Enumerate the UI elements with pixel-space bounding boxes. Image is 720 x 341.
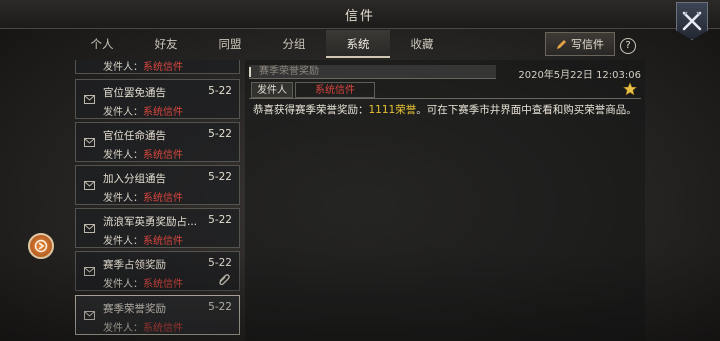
mail-date: 5-22 <box>208 128 232 140</box>
mail-icon <box>84 181 95 190</box>
write-mail-label: 写信件 <box>571 38 604 51</box>
mail-subject: 流浪军英勇奖励占... <box>103 216 198 228</box>
mail-item[interactable]: 官位任命通告 5-22 发件人：系统信件 <box>75 122 240 162</box>
mail-icon <box>84 311 95 320</box>
mail-sender-name: 系统信件 <box>143 323 183 334</box>
mail-date: 5-22 <box>208 171 232 183</box>
help-icon[interactable]: ? <box>620 38 636 54</box>
tab-favorites[interactable]: 收藏 <box>390 30 454 58</box>
mail-icon <box>84 224 95 233</box>
mail-date: 5-22 <box>208 257 232 269</box>
mail-sender: 发件人：系统信件 <box>103 232 183 247</box>
close-swords-icon <box>682 11 702 31</box>
mail-sender-prefix: 发件人： <box>103 193 143 204</box>
sender-label: 发件人 <box>251 82 293 98</box>
mail-sender: 发件人：系统信件 <box>103 60 183 73</box>
mail-datetime: 2020年5月22日 12:03:06 <box>518 70 641 81</box>
mail-body-prefix: 恭喜获得赛季荣誉奖励： <box>253 104 369 116</box>
mail-icon <box>84 138 95 147</box>
window-title: 信件 <box>344 9 375 24</box>
mail-subject: 赛季占领奖励 <box>103 259 166 271</box>
mail-item[interactable]: 流浪军英勇奖励占... 5-22 发件人：系统信件 <box>75 208 240 248</box>
tab-alliance[interactable]: 同盟 <box>198 30 262 58</box>
star-icon[interactable] <box>623 82 637 96</box>
mail-icon <box>84 267 95 276</box>
paperclip-icon <box>219 274 230 286</box>
mail-sender-prefix: 发件人： <box>103 279 143 290</box>
top-bar: 信件 <box>0 0 720 29</box>
close-button[interactable] <box>676 2 708 40</box>
mail-subject: 官位任命通告 <box>103 130 166 142</box>
mail-sender-name: 系统信件 <box>143 236 183 247</box>
mail-body: 恭喜获得赛季荣誉奖励：1111荣誉。可在下赛季市井界面中查看和购买荣誉商品。 <box>253 102 637 117</box>
mail-item[interactable]: 官位罢免通告 5-22 发件人：系统信件 <box>75 79 240 119</box>
mail-sender: 发件人：系统信件 <box>103 319 183 334</box>
text-cursor <box>249 67 251 77</box>
mail-body-highlight: 1111荣誉 <box>368 104 417 116</box>
tab-group[interactable]: 分组 <box>262 30 326 58</box>
mail-list: 发件人：系统信件 官位罢免通告 5-22 发件人：系统信件 官位任命通告 5-2… <box>75 60 242 341</box>
tab-personal[interactable]: 个人 <box>70 30 134 58</box>
mail-detail-subject: 赛季荣誉奖励 <box>259 66 319 77</box>
mail-sender-prefix: 发件人： <box>103 150 143 161</box>
mail-sender-name: 系统信件 <box>143 193 183 204</box>
mail-date: 5-22 <box>208 214 232 226</box>
mail-icon <box>84 95 95 104</box>
mail-body-suffix: 。可在下赛季市井界面中查看和购买荣誉商品。 <box>416 104 637 116</box>
mail-sender-prefix: 发件人： <box>103 107 143 118</box>
side-menu-icon <box>34 239 48 253</box>
tab-bar: 个人 好友 同盟 分组 系统 收藏 <box>70 30 490 58</box>
mail-sender-prefix: 发件人： <box>103 62 143 73</box>
mail-sender-name: 系统信件 <box>143 150 183 161</box>
mail-sender: 发件人：系统信件 <box>103 275 183 290</box>
pencil-icon <box>557 39 566 49</box>
mail-item-selected[interactable]: 赛季荣誉奖励 5-22 发件人：系统信件 <box>75 295 240 335</box>
mail-date: 5-22 <box>208 301 232 313</box>
sender-row: 发件人 系统信件 <box>249 82 641 99</box>
mail-sender: 发件人：系统信件 <box>103 189 183 204</box>
mail-sender: 发件人：系统信件 <box>103 103 183 118</box>
write-mail-button[interactable]: 写信件 <box>545 32 615 56</box>
sender-value: 系统信件 <box>295 82 375 98</box>
mail-subject-field: 赛季荣誉奖励 <box>249 65 496 79</box>
mail-subject: 官位罢免通告 <box>103 87 166 99</box>
mail-item[interactable]: 赛季占领奖励 5-22 发件人：系统信件 <box>75 251 240 291</box>
mail-sender-name: 系统信件 <box>143 107 183 118</box>
mail-date: 5-22 <box>208 85 232 97</box>
mail-item[interactable]: 发件人：系统信件 <box>75 60 240 74</box>
mail-subject: 赛季荣誉奖励 <box>103 303 166 315</box>
mail-sender-prefix: 发件人： <box>103 323 143 334</box>
tab-system[interactable]: 系统 <box>326 30 390 58</box>
mail-sender-name: 系统信件 <box>143 62 183 73</box>
mail-sender: 发件人：系统信件 <box>103 146 183 161</box>
side-menu-button[interactable] <box>28 233 54 259</box>
mail-sender-prefix: 发件人： <box>103 236 143 247</box>
mail-subject: 加入分组通告 <box>103 173 166 185</box>
mail-sender-name: 系统信件 <box>143 279 183 290</box>
mail-detail-panel: 赛季荣誉奖励 2020年5月22日 12:03:06 发件人 系统信件 恭喜获得… <box>245 60 645 341</box>
tab-friends[interactable]: 好友 <box>134 30 198 58</box>
mail-item[interactable]: 加入分组通告 5-22 发件人：系统信件 <box>75 165 240 205</box>
